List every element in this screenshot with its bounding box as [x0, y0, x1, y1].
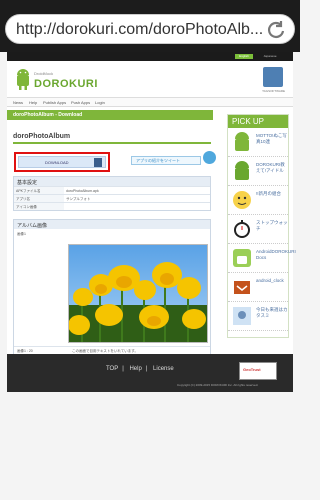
row-value: doroPhotoAlbum.apk	[66, 189, 99, 193]
row-value: サンプルフォト	[66, 197, 91, 201]
download-arrow-icon	[94, 158, 102, 167]
basic-settings-section: 基本設定 APKファイル名 doroPhotoAlbum.apk アプリ名 サン…	[13, 176, 211, 211]
row-value	[64, 203, 210, 210]
tulips-image	[69, 245, 207, 342]
nav-push-apps[interactable]: Push Apps	[71, 100, 90, 105]
breadcrumb: doroPhotoAlbum - Download	[7, 110, 213, 120]
tweet-button[interactable]: アプリの紹介をツイート	[131, 156, 201, 165]
list-item[interactable]: MOTTO!ぬこ写真10連	[228, 128, 288, 157]
list-item[interactable]: 今日も来週はカタスミ	[228, 302, 288, 331]
lang-english-button[interactable]: English	[235, 54, 253, 59]
album-title: アルバム画像	[14, 220, 210, 229]
nav-login[interactable]: Login	[95, 100, 105, 105]
site-footer: TOP | Help | License GeoTrust Copyright (C…	[7, 354, 293, 392]
list-item-label: android_clock	[256, 278, 284, 283]
row-key: アイコン画像	[14, 203, 64, 210]
logo-subtitle: DroidMock	[34, 71, 54, 76]
list-item[interactable]: ストップウォッチ	[228, 215, 288, 244]
image-label: 画像1	[17, 232, 26, 236]
list-item[interactable]: AndroidDOROKURI Docs	[228, 244, 296, 273]
list-item-label: MOTTO!ぬこ写真10連	[256, 133, 287, 144]
reload-icon[interactable]	[266, 20, 286, 40]
list-item[interactable]: android_clock	[228, 273, 288, 302]
album-photo[interactable]	[68, 244, 208, 343]
tagsoftware-logo-icon[interactable]	[263, 67, 283, 87]
row-key: APKファイル名	[14, 187, 64, 194]
nav-news[interactable]: News	[13, 100, 23, 105]
list-item-label: !!新月の組合	[256, 191, 282, 196]
url-text[interactable]: http://dorokuri.com/doroPhotoAlb...	[16, 21, 271, 39]
row-key: アプリ名	[14, 195, 64, 202]
site-header: DroidMock DOROKURI TAGSOFTWARE	[7, 61, 293, 97]
clock-icon	[234, 281, 250, 294]
breadcrumb-text: doroPhotoAlbum - Download	[13, 112, 83, 118]
twitter-bird-icon[interactable]	[203, 151, 216, 164]
footer-link-license[interactable]: License	[153, 366, 174, 372]
list-item[interactable]: !!新月の組合	[228, 186, 288, 215]
table-row: アプリ名 サンプルフォト	[14, 194, 210, 202]
footer-links: TOP | Help | License	[106, 366, 174, 372]
android-logo-icon	[17, 69, 29, 90]
page-title: doroPhotoAlbum	[13, 130, 211, 144]
address-bar[interactable]: http://dorokuri.com/doroPhotoAlb...	[5, 14, 295, 44]
basic-settings-title: 基本設定	[14, 177, 210, 186]
main-nav: News Help Publish Apps Push Apps Login	[7, 97, 293, 107]
pickup-title: PICK UP	[228, 115, 288, 128]
stopwatch-icon	[234, 220, 250, 238]
list-item-label: DOROKURI教えて!アイドル	[256, 162, 285, 173]
album-section: アルバム画像 画像1 画像1: 20 この画面で目用テキストをいれています。	[13, 219, 211, 361]
pickup-sidebar: PICK UP MOTTO!ぬこ写真10連 DOROKURI教えて!アイドル !…	[227, 114, 296, 338]
page-background	[0, 392, 300, 500]
badge-text: GeoTrust	[243, 367, 261, 372]
android-app-icon	[235, 132, 249, 151]
tagsoftware-caption: TAGSOFTWARE	[262, 89, 285, 93]
android-docs-icon	[233, 249, 251, 267]
download-label: DOWNLOAD	[45, 160, 69, 165]
nav-publish-apps[interactable]: Publish Apps	[43, 100, 66, 105]
download-button[interactable]: DOWNLOAD	[18, 156, 106, 168]
web-page: English Japanese DroidMock DOROKURI TAGS…	[7, 52, 296, 392]
download-highlight: DOWNLOAD	[14, 152, 110, 172]
lang-japanese-button[interactable]: Japanese	[257, 54, 283, 59]
nav-help[interactable]: Help	[29, 100, 37, 105]
browser-toolbar: http://dorokuri.com/doroPhotoAlb...	[0, 0, 300, 52]
photo-icon	[233, 307, 251, 325]
footer-link-top[interactable]: TOP	[106, 366, 118, 372]
copyright-text: Copyright (C) 2009-2015 DOROKURI Inc. Al…	[177, 383, 259, 387]
list-item[interactable]: DOROKURI教えて!アイドル	[228, 157, 288, 186]
main-content: doroPhotoAlbum DOWNLOAD アプリの紹介をツイート 基本設定…	[13, 124, 216, 361]
footer-link-help[interactable]: Help	[129, 366, 141, 372]
list-item-label: AndroidDOROKURI Docs	[256, 249, 296, 260]
table-row: APKファイル名 doroPhotoAlbum.apk	[14, 186, 210, 194]
geotrust-badge[interactable]: GeoTrust	[239, 362, 277, 380]
table-row: アイコン画像	[14, 202, 210, 210]
list-item-label: 今日も来週はカタスミ	[256, 307, 288, 318]
android-app-icon	[235, 161, 249, 180]
site-logo[interactable]: DOROKURI	[34, 78, 98, 90]
top-strip: English Japanese	[7, 52, 293, 61]
tweet-label: アプリの紹介をツイート	[136, 158, 180, 163]
list-item-label: ストップウォッチ	[256, 220, 288, 231]
face-icon	[233, 191, 251, 209]
